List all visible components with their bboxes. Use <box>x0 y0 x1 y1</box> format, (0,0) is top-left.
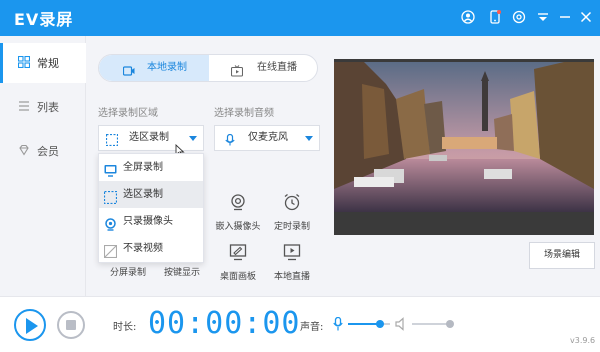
scene-edit-button[interactable]: 场景编辑 <box>529 242 595 269</box>
mode-tabs: 本地录制 在线直播 <box>98 54 318 82</box>
sidebar-item-label: 列表 <box>37 101 59 114</box>
tool-label: 本地直播 <box>273 272 310 282</box>
volume-label: 声音: <box>300 322 324 333</box>
option-fullscreen[interactable]: 全屏录制 <box>99 154 203 181</box>
chevron-down-icon <box>305 136 313 141</box>
start-record-button[interactable] <box>14 309 46 341</box>
audio-select[interactable]: 仅麦克风 <box>214 125 320 151</box>
duration-timer: 00:00:00 <box>148 306 301 341</box>
option-no-video[interactable]: 不录视频 <box>99 235 203 262</box>
alarm-clock-icon <box>283 193 301 211</box>
duration-label: 时长: <box>113 322 137 333</box>
preview-pane <box>334 59 594 235</box>
option-region[interactable]: 选区录制 <box>99 181 203 208</box>
mic-volume-slider[interactable] <box>348 323 390 325</box>
video-icon <box>122 62 135 76</box>
list-icon <box>18 100 30 112</box>
settings-icon[interactable] <box>512 10 526 24</box>
grid-icon <box>17 55 31 69</box>
option-label: 选区录制 <box>123 189 163 200</box>
webcam-icon <box>229 193 247 211</box>
tv-icon <box>230 62 244 77</box>
option-label: 全屏录制 <box>123 162 163 173</box>
sidebar-item-member[interactable]: 会员 <box>0 131 86 171</box>
phone-icon[interactable] <box>488 10 502 24</box>
tool-label: 定时录制 <box>273 222 310 232</box>
audio-label: 选择录制音频 <box>214 108 274 119</box>
stop-record-button[interactable] <box>57 311 85 339</box>
preview-image <box>334 59 594 235</box>
tab-local-record[interactable]: 本地录制 <box>99 55 209 81</box>
speaker-volume-slider[interactable] <box>412 323 450 325</box>
microphone-icon <box>224 132 236 146</box>
mic-volume-fill <box>348 323 380 325</box>
speaker-volume-knob[interactable] <box>446 320 454 328</box>
speaker-icon[interactable] <box>395 316 407 331</box>
tab-label: 本地录制 <box>147 62 187 73</box>
monitor-play-icon <box>283 243 301 261</box>
monitor-icon <box>104 161 117 177</box>
local-live-tool[interactable]: 本地直播 <box>266 243 318 289</box>
close-icon[interactable] <box>579 10 593 24</box>
record-area-dropdown: 全屏录制 选区录制 只录摄像头 不录视频 <box>98 153 204 263</box>
tool-label: 嵌入摄像头 <box>215 222 261 232</box>
option-label: 只录摄像头 <box>123 216 173 227</box>
diamond-icon <box>18 144 30 156</box>
tab-live-stream[interactable]: 在线直播 <box>209 55 317 81</box>
timer-tool[interactable]: 定时录制 <box>266 193 318 239</box>
record-area-select[interactable]: 选区录制 <box>98 125 204 151</box>
record-area-value: 选区录制 <box>129 132 169 143</box>
option-label: 不录视频 <box>123 243 163 254</box>
minimize-icon[interactable] <box>558 10 572 24</box>
drawing-board-icon <box>229 243 247 261</box>
sidebar-item-list[interactable]: 列表 <box>0 87 86 127</box>
microphone-icon[interactable] <box>333 316 343 331</box>
whiteboard-tool[interactable]: 桌面画板 <box>212 243 264 289</box>
speaker-volume-fill <box>412 323 450 325</box>
tool-label: 桌面画板 <box>219 272 256 282</box>
camera-icon <box>104 215 117 231</box>
option-camera-only[interactable]: 只录摄像头 <box>99 208 203 235</box>
record-area-label: 选择录制区域 <box>98 108 158 119</box>
audio-value: 仅麦克风 <box>248 132 288 143</box>
mic-volume-knob[interactable] <box>375 320 384 328</box>
sidebar-item-label: 会员 <box>37 145 59 158</box>
version-label: v3.9.6 <box>570 336 596 345</box>
sidebar: 常规 列表 会员 <box>0 36 86 296</box>
region-icon <box>105 132 119 147</box>
tool-label: 分屏录制 <box>109 268 146 278</box>
tab-label: 在线直播 <box>257 62 297 73</box>
region-icon <box>103 188 118 205</box>
user-icon[interactable] <box>461 10 475 24</box>
menu-icon[interactable] <box>536 10 550 24</box>
app-title: EV录屏 <box>14 10 74 29</box>
no-video-icon <box>103 242 118 259</box>
title-bar: EV录屏 <box>0 0 600 36</box>
sidebar-item-general[interactable]: 常规 <box>0 43 86 83</box>
webcam-tool[interactable]: 嵌入摄像头 <box>212 193 264 239</box>
sidebar-item-label: 常规 <box>37 57 59 70</box>
tool-label: 按键显示 <box>163 268 200 278</box>
chevron-down-icon <box>189 136 197 141</box>
